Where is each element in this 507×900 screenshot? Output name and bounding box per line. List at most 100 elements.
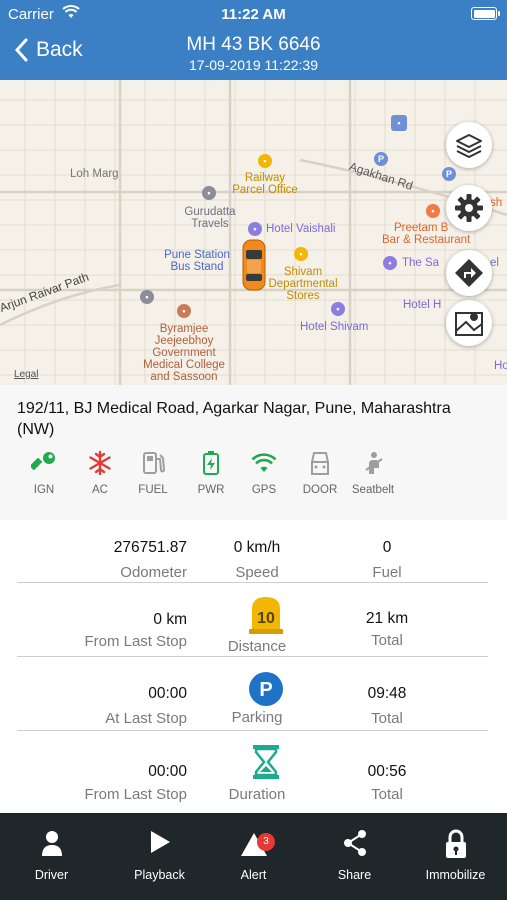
bottom-tab-bar: Driver Playback 3 Alert Share Immobilize [0, 813, 507, 900]
share-icon [343, 830, 366, 856]
alert-count-badge: 3 [257, 833, 275, 851]
hourglass-icon [253, 745, 279, 779]
map-label-gurudatta: Gurudatta Travels [184, 206, 236, 230]
parking-total-label: Total [371, 710, 403, 727]
speed-label: Speed [235, 564, 279, 581]
map-label-byramjee: Byramjee Jeejeebhoy Government Medical Coll… [143, 323, 225, 383]
poi-bus-icon: ▪ [391, 115, 407, 131]
stats-row-distance: 0 km From Last Stop 10 Distance 21 km To… [17, 583, 488, 657]
vehicle-number: MH 43 BK 6646 [186, 34, 321, 55]
map-label-pune-station: Pune Station Bus Stand [164, 249, 230, 273]
parking-last-stop-value: 00:00 [148, 685, 187, 702]
snowflake-icon [89, 450, 111, 476]
tab-alert[interactable]: 3 Alert [203, 813, 304, 900]
map-view-icon [455, 312, 483, 336]
battery-charging-icon [203, 451, 219, 475]
fuel-value: 0 [382, 539, 392, 556]
poi-travel-icon: • [202, 186, 216, 200]
duration-label: Duration [228, 786, 286, 803]
seatbelt-icon [365, 452, 383, 474]
stats-row-odometer: 276751.87 Odometer 0 km/h Speed 0 Fuel [17, 520, 488, 583]
status-bar: Carrier 11:22 AM [0, 0, 507, 28]
lock-icon [445, 829, 466, 858]
map-label-ho: Ho [494, 360, 507, 372]
distance-total-label: Total [371, 632, 403, 649]
parking-icon: P [249, 672, 283, 706]
poi-transit-icon: • [140, 290, 154, 304]
duration-last-stop-label: From Last Stop [84, 786, 187, 803]
duration-last-stop-value: 00:00 [148, 763, 187, 780]
settings-button[interactable] [446, 185, 492, 231]
parking-icon-text: P [259, 679, 272, 701]
distance-total-value: 21 km [365, 610, 409, 627]
speed-value: 0 km/h [233, 539, 281, 556]
map-label-hotel-shivam: Hotel Shivam [300, 321, 369, 333]
timestamp: 17-09-2019 11:22:39 [189, 57, 318, 73]
map-label-loh-marg: Loh Marg [70, 168, 119, 180]
stats-row-duration: 00:00 From Last Stop Duration 00:56 Tota… [17, 731, 488, 813]
poi-store-icon: ▪ [294, 247, 308, 261]
map-label-hotel-h: Hotel H [403, 299, 442, 311]
tab-immobilize-label: Immobilize [425, 868, 486, 882]
fuel-label: Fuel [372, 564, 402, 581]
tab-immobilize[interactable]: Immobilize [405, 813, 506, 900]
trip-stats: 276751.87 Odometer 0 km/h Speed 0 Fuel 0… [0, 520, 507, 813]
distance-last-stop-value: 0 km [153, 611, 187, 628]
play-icon [150, 831, 170, 853]
map-view-button[interactable] [446, 300, 492, 346]
map-label-the-sa: The Sa [402, 257, 440, 269]
tab-playback[interactable]: Playback [109, 813, 210, 900]
car-door-icon [311, 452, 329, 475]
vehicle-marker-icon[interactable] [240, 238, 268, 292]
battery-icon [471, 7, 500, 20]
navigation-bar: Back MH 43 BK 6646 17-09-2019 11:22:39 [0, 28, 507, 80]
tab-share-label: Share [337, 868, 372, 882]
parking-last-stop-label: At Last Stop [105, 710, 187, 727]
parking-label: Parking [231, 709, 283, 726]
poi-hotel-icon: • [383, 256, 397, 270]
layers-button[interactable] [446, 122, 492, 168]
parking-total-value: 09:48 [367, 685, 407, 702]
map-label-hotel-vaishali: Hotel Vaishali [266, 223, 336, 235]
distance-badge-text: 10 [257, 610, 275, 627]
gear-icon [455, 194, 483, 222]
key-icon [31, 452, 55, 471]
tab-playback-label: Playback [134, 868, 185, 882]
poi-parcel-icon: ▪ [258, 154, 272, 168]
address-panel: 192/11, BJ Medical Road, Agarkar Nagar, … [0, 385, 507, 520]
tab-driver-label: Driver [34, 868, 69, 882]
map-view[interactable]: Loh Marg Agakhan Rd ▪ Railway Parcel Offi… [0, 80, 507, 385]
poi-hotel-icon: • [331, 302, 345, 316]
fuel-icon [143, 452, 166, 474]
status-seatbelt: Seatbelt [345, 450, 401, 496]
duration-total-label: Total [371, 786, 403, 803]
person-icon [41, 831, 62, 856]
vehicle-status-row: IGN AC FUEL PWR GPS DOOR Seatbelt [0, 450, 507, 500]
map-label-railway-parcel: Railway Parcel Office [232, 172, 298, 196]
odometer-label: Odometer [120, 564, 187, 581]
stats-row-parking: 00:00 At Last Stop P Parking 09:48 Total [17, 657, 488, 731]
wifi-signal-icon [251, 453, 277, 472]
duration-total-value: 00:56 [367, 763, 407, 780]
poi-restaurant-icon: • [426, 204, 440, 218]
status-ac: AC [72, 450, 128, 496]
status-fuel: FUEL [125, 450, 181, 496]
vehicle-address: 192/11, BJ Medical Road, Agarkar Nagar, … [17, 400, 451, 438]
status-door: DOOR [292, 450, 348, 496]
directions-icon [455, 259, 483, 287]
odometer-value: 276751.87 [113, 539, 187, 556]
poi-hotel-icon: • [248, 222, 262, 236]
map-legal-link[interactable]: Legal [14, 369, 38, 380]
directions-button[interactable] [446, 250, 492, 296]
poi-college-icon: • [177, 304, 191, 318]
poi-parking-icon: P [374, 152, 388, 166]
distance-label: Distance [227, 638, 287, 655]
map-label-shivam-stores: Shivam Departmental Stores [268, 266, 338, 302]
clock: 11:22 AM [221, 6, 286, 23]
poi-parking-icon: P [442, 167, 456, 181]
distance-last-stop-label: From Last Stop [84, 633, 187, 650]
tab-share[interactable]: Share [304, 813, 405, 900]
layers-icon [456, 134, 482, 158]
status-gps: GPS [236, 450, 292, 496]
tab-driver[interactable]: Driver [1, 813, 102, 900]
